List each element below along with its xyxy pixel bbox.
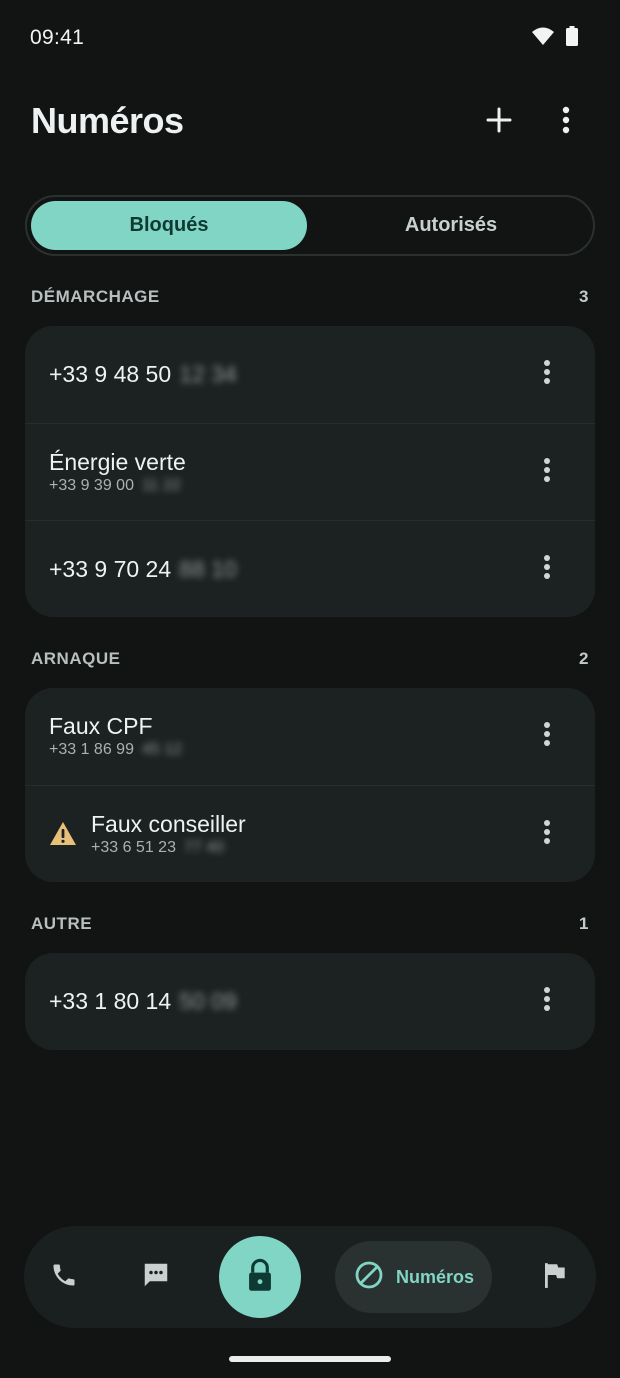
masked-digits: 77 40	[183, 839, 225, 856]
nav-calls[interactable]	[40, 1253, 88, 1301]
masked-digits: 12 34	[179, 361, 237, 387]
nav-numbers[interactable]: Numéros	[335, 1241, 492, 1313]
item-menu-button[interactable]	[523, 545, 571, 593]
more-vert-icon	[543, 986, 551, 1017]
more-vert-icon	[543, 457, 551, 488]
section-count: 3	[579, 287, 589, 306]
bottom-navigation: Numéros	[24, 1226, 596, 1328]
phone-icon	[50, 1261, 78, 1294]
item-menu-button[interactable]	[523, 448, 571, 496]
number-list-card: Faux CPF +33 1 86 99 45 12 Faux conseille…	[25, 688, 595, 882]
list-item[interactable]: +33 1 80 14 50 09	[25, 953, 595, 1050]
number-list-card: +33 1 80 14 50 09	[25, 953, 595, 1050]
masked-digits: 11 22	[141, 477, 181, 494]
more-vert-icon	[543, 359, 551, 390]
status-icons	[532, 26, 578, 51]
more-vert-icon	[543, 819, 551, 850]
tab-blocked[interactable]: Bloqués	[31, 201, 307, 250]
warning-icon	[49, 821, 77, 851]
wifi-icon	[532, 27, 554, 50]
list-item[interactable]: Faux conseiller +33 6 51 23 77 40	[25, 785, 595, 882]
contact-name: Énergie verte	[49, 449, 186, 475]
masked-digits: 88 10	[179, 556, 237, 582]
item-menu-button[interactable]	[523, 350, 571, 398]
phone-number: +33 6 51 23 77 40	[91, 839, 225, 856]
status-time: 09:41	[30, 26, 85, 49]
contact-name: Faux CPF	[49, 713, 153, 739]
section-header-arnaque: ARNAQUE 2	[31, 649, 589, 673]
page-title: Numéros	[31, 100, 184, 141]
segmented-tabs: Bloqués Autorisés	[25, 195, 595, 256]
more-vert-icon	[543, 721, 551, 752]
item-menu-button[interactable]	[523, 712, 571, 760]
phone-number: +33 9 48 50 12 34	[49, 361, 237, 387]
message-icon	[141, 1260, 171, 1295]
section-title: ARNAQUE	[31, 649, 121, 668]
section-count: 1	[579, 914, 589, 933]
list-item[interactable]: Faux CPF +33 1 86 99 45 12	[25, 688, 595, 785]
nav-messages[interactable]	[132, 1253, 180, 1301]
masked-digits: 45 12	[141, 741, 183, 758]
overflow-menu-button[interactable]	[542, 98, 590, 146]
phone-number: +33 1 80 14 50 09	[49, 988, 237, 1014]
block-icon	[354, 1260, 384, 1295]
number-list-card: +33 9 48 50 12 34 Énergie verte +33 9 39 …	[25, 326, 595, 617]
item-menu-button[interactable]	[523, 810, 571, 858]
add-number-button[interactable]	[475, 98, 523, 146]
battery-icon	[566, 26, 578, 51]
list-item[interactable]: Énergie verte +33 9 39 00 11 22	[25, 423, 595, 520]
phone-number: +33 9 39 00 11 22	[49, 477, 181, 494]
nav-reports[interactable]	[531, 1253, 579, 1301]
section-title: AUTRE	[31, 914, 93, 933]
nav-numbers-label: Numéros	[396, 1266, 475, 1287]
tab-allowed[interactable]: Autorisés	[311, 201, 591, 250]
section-header-demarchage: DÉMARCHAGE 3	[31, 287, 589, 311]
phone-number: +33 9 70 24 88 10	[49, 556, 237, 582]
status-bar: 09:41	[0, 0, 620, 76]
list-item[interactable]: +33 9 48 50 12 34	[25, 326, 595, 423]
section-title: DÉMARCHAGE	[31, 287, 160, 306]
home-indicator	[229, 1356, 391, 1362]
top-app-bar: Numéros	[0, 90, 620, 156]
section-count: 2	[579, 649, 589, 668]
contact-name: Faux conseiller	[91, 811, 246, 837]
section-header-autre: AUTRE 1	[31, 914, 589, 938]
lock-icon	[245, 1258, 275, 1297]
item-menu-button[interactable]	[523, 977, 571, 1025]
flag-icon	[542, 1261, 568, 1294]
more-vert-icon	[543, 554, 551, 585]
plus-icon	[486, 107, 512, 138]
nav-protection[interactable]	[219, 1236, 301, 1318]
more-vert-icon	[562, 106, 570, 139]
list-item[interactable]: +33 9 70 24 88 10	[25, 520, 595, 617]
phone-number: +33 1 86 99 45 12	[49, 741, 183, 758]
masked-digits: 50 09	[179, 988, 237, 1014]
